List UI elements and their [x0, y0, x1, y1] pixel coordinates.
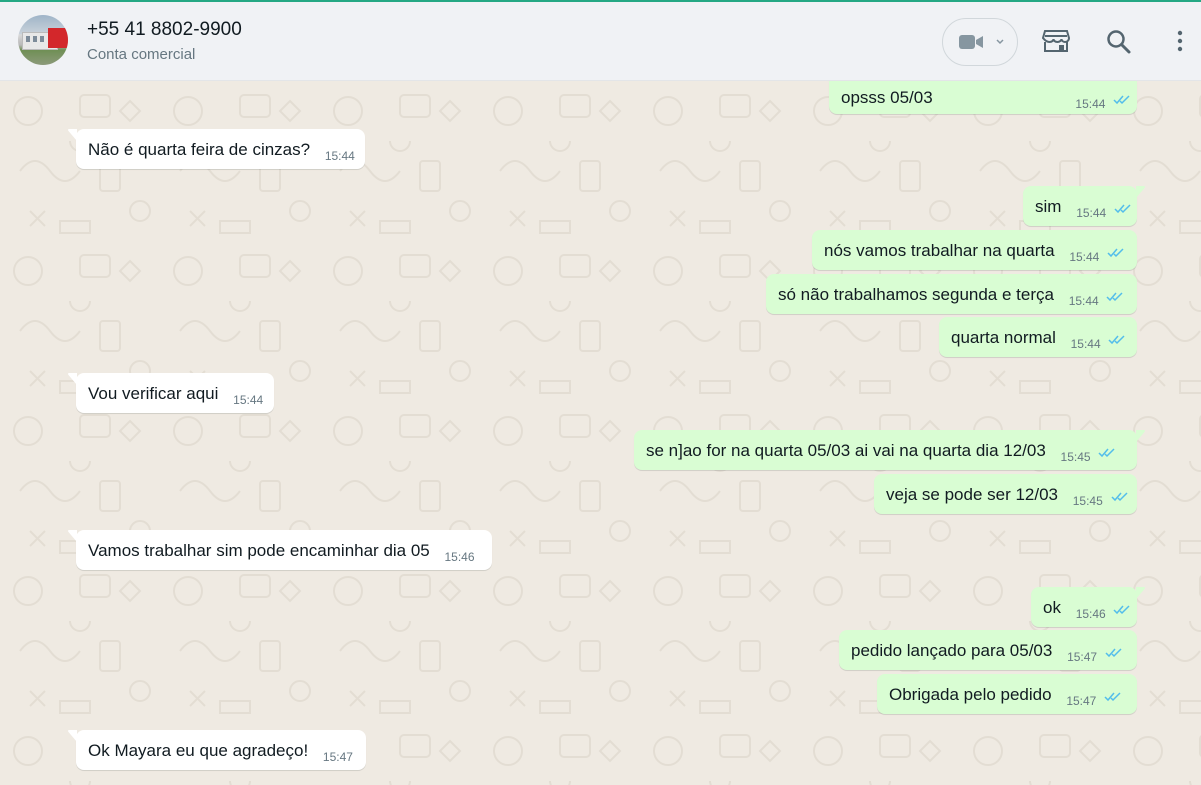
- message-outgoing[interactable]: quarta normal 15:44: [939, 317, 1137, 357]
- message-incoming[interactable]: Não é quarta feira de cinzas? 15:44: [68, 129, 365, 169]
- read-ticks-icon: [1113, 95, 1130, 105]
- message-text: ok: [1043, 598, 1061, 617]
- message-text: pedido lançado para 05/03: [851, 641, 1053, 660]
- message-text: Vou verificar aqui: [88, 384, 219, 403]
- message-time: 15:44: [1068, 294, 1099, 308]
- read-ticks-icon: [1107, 248, 1124, 258]
- message-text: Vamos trabalhar sim pode encaminhar dia …: [88, 541, 430, 560]
- read-ticks-icon: [1098, 448, 1115, 458]
- message-outgoing[interactable]: sim 15:44: [1023, 186, 1145, 226]
- chevron-down-icon: [996, 39, 1004, 45]
- read-ticks-icon: [1114, 204, 1131, 214]
- message-time: 15:44: [324, 149, 355, 163]
- read-ticks-icon: [1105, 648, 1122, 658]
- message-list[interactable]: opsss 05/03 15:44 Não é quarta feira de …: [0, 81, 1201, 785]
- message-text: se n]ao for na quarta 05/03 ai vai na qu…: [646, 441, 1046, 460]
- message-text: nós vamos trabalhar na quarta: [824, 241, 1055, 260]
- message-text: quarta normal: [951, 328, 1056, 347]
- video-call-icon: [959, 35, 983, 49]
- message-text: Obrigada pelo pedido: [889, 685, 1052, 704]
- message-time: 15:47: [322, 750, 353, 764]
- message-time: 15:44: [1069, 250, 1100, 264]
- message-outgoing[interactable]: Obrigada pelo pedido 15:47: [877, 674, 1137, 714]
- message-outgoing[interactable]: se n]ao for na quarta 05/03 ai vai na qu…: [634, 430, 1145, 470]
- contact-subtitle: Conta comercial: [87, 46, 196, 63]
- message-outgoing[interactable]: só não trabalhamos segunda e terça 15:44: [766, 274, 1137, 314]
- menu-dots-icon[interactable]: [1176, 30, 1184, 52]
- message-text: só não trabalhamos segunda e terça: [778, 285, 1054, 304]
- message-outgoing[interactable]: veja se pode ser 12/03 15:45: [874, 474, 1137, 514]
- read-ticks-icon: [1110, 492, 1128, 502]
- message-time: 15:47: [1067, 650, 1098, 664]
- avatar[interactable]: [18, 15, 68, 65]
- message-outgoing[interactable]: nós vamos trabalhar na quarta 15:44: [812, 230, 1137, 270]
- catalog-store-icon[interactable]: [1042, 29, 1070, 53]
- search-icon[interactable]: [1106, 29, 1132, 55]
- message-incoming[interactable]: Vou verificar aqui 15:44: [68, 373, 274, 413]
- message-time: 15:46: [444, 550, 475, 564]
- message-time: 15:44: [1076, 206, 1107, 220]
- message-time: 15:44: [1075, 97, 1106, 111]
- message-time: 15:45: [1060, 450, 1091, 464]
- video-call-button[interactable]: [942, 18, 1018, 66]
- read-ticks-icon: [1106, 292, 1123, 302]
- message-time: 15:44: [233, 393, 264, 407]
- message-time: 15:44: [1070, 337, 1101, 351]
- message-outgoing[interactable]: ok 15:46: [1031, 587, 1145, 627]
- read-ticks-icon: [1113, 605, 1130, 615]
- read-ticks-icon: [1108, 335, 1125, 345]
- message-outgoing[interactable]: pedido lançado para 05/03 15:47: [839, 630, 1137, 670]
- message-text: Não é quarta feira de cinzas?: [88, 140, 311, 159]
- message-time: 15:47: [1066, 694, 1097, 708]
- message-text: Ok Mayara eu que agradeço!: [88, 741, 309, 760]
- message-time: 15:45: [1072, 494, 1103, 508]
- read-ticks-icon: [1104, 692, 1121, 702]
- contact-name[interactable]: +55 41 8802-9900: [87, 19, 242, 41]
- message-incoming[interactable]: Ok Mayara eu que agradeço! 15:47: [68, 730, 366, 770]
- message-text: opsss 05/03: [841, 88, 933, 107]
- message-time: 15:46: [1075, 607, 1106, 621]
- chat-header: +55 41 8802-9900 Conta comercial: [0, 2, 1201, 81]
- message-text: veja se pode ser 12/03: [886, 485, 1059, 504]
- message-outgoing[interactable]: opsss 05/03 15:44: [829, 81, 1137, 114]
- message-text: sim: [1035, 197, 1062, 216]
- message-incoming[interactable]: Vamos trabalhar sim pode encaminhar dia …: [68, 530, 492, 570]
